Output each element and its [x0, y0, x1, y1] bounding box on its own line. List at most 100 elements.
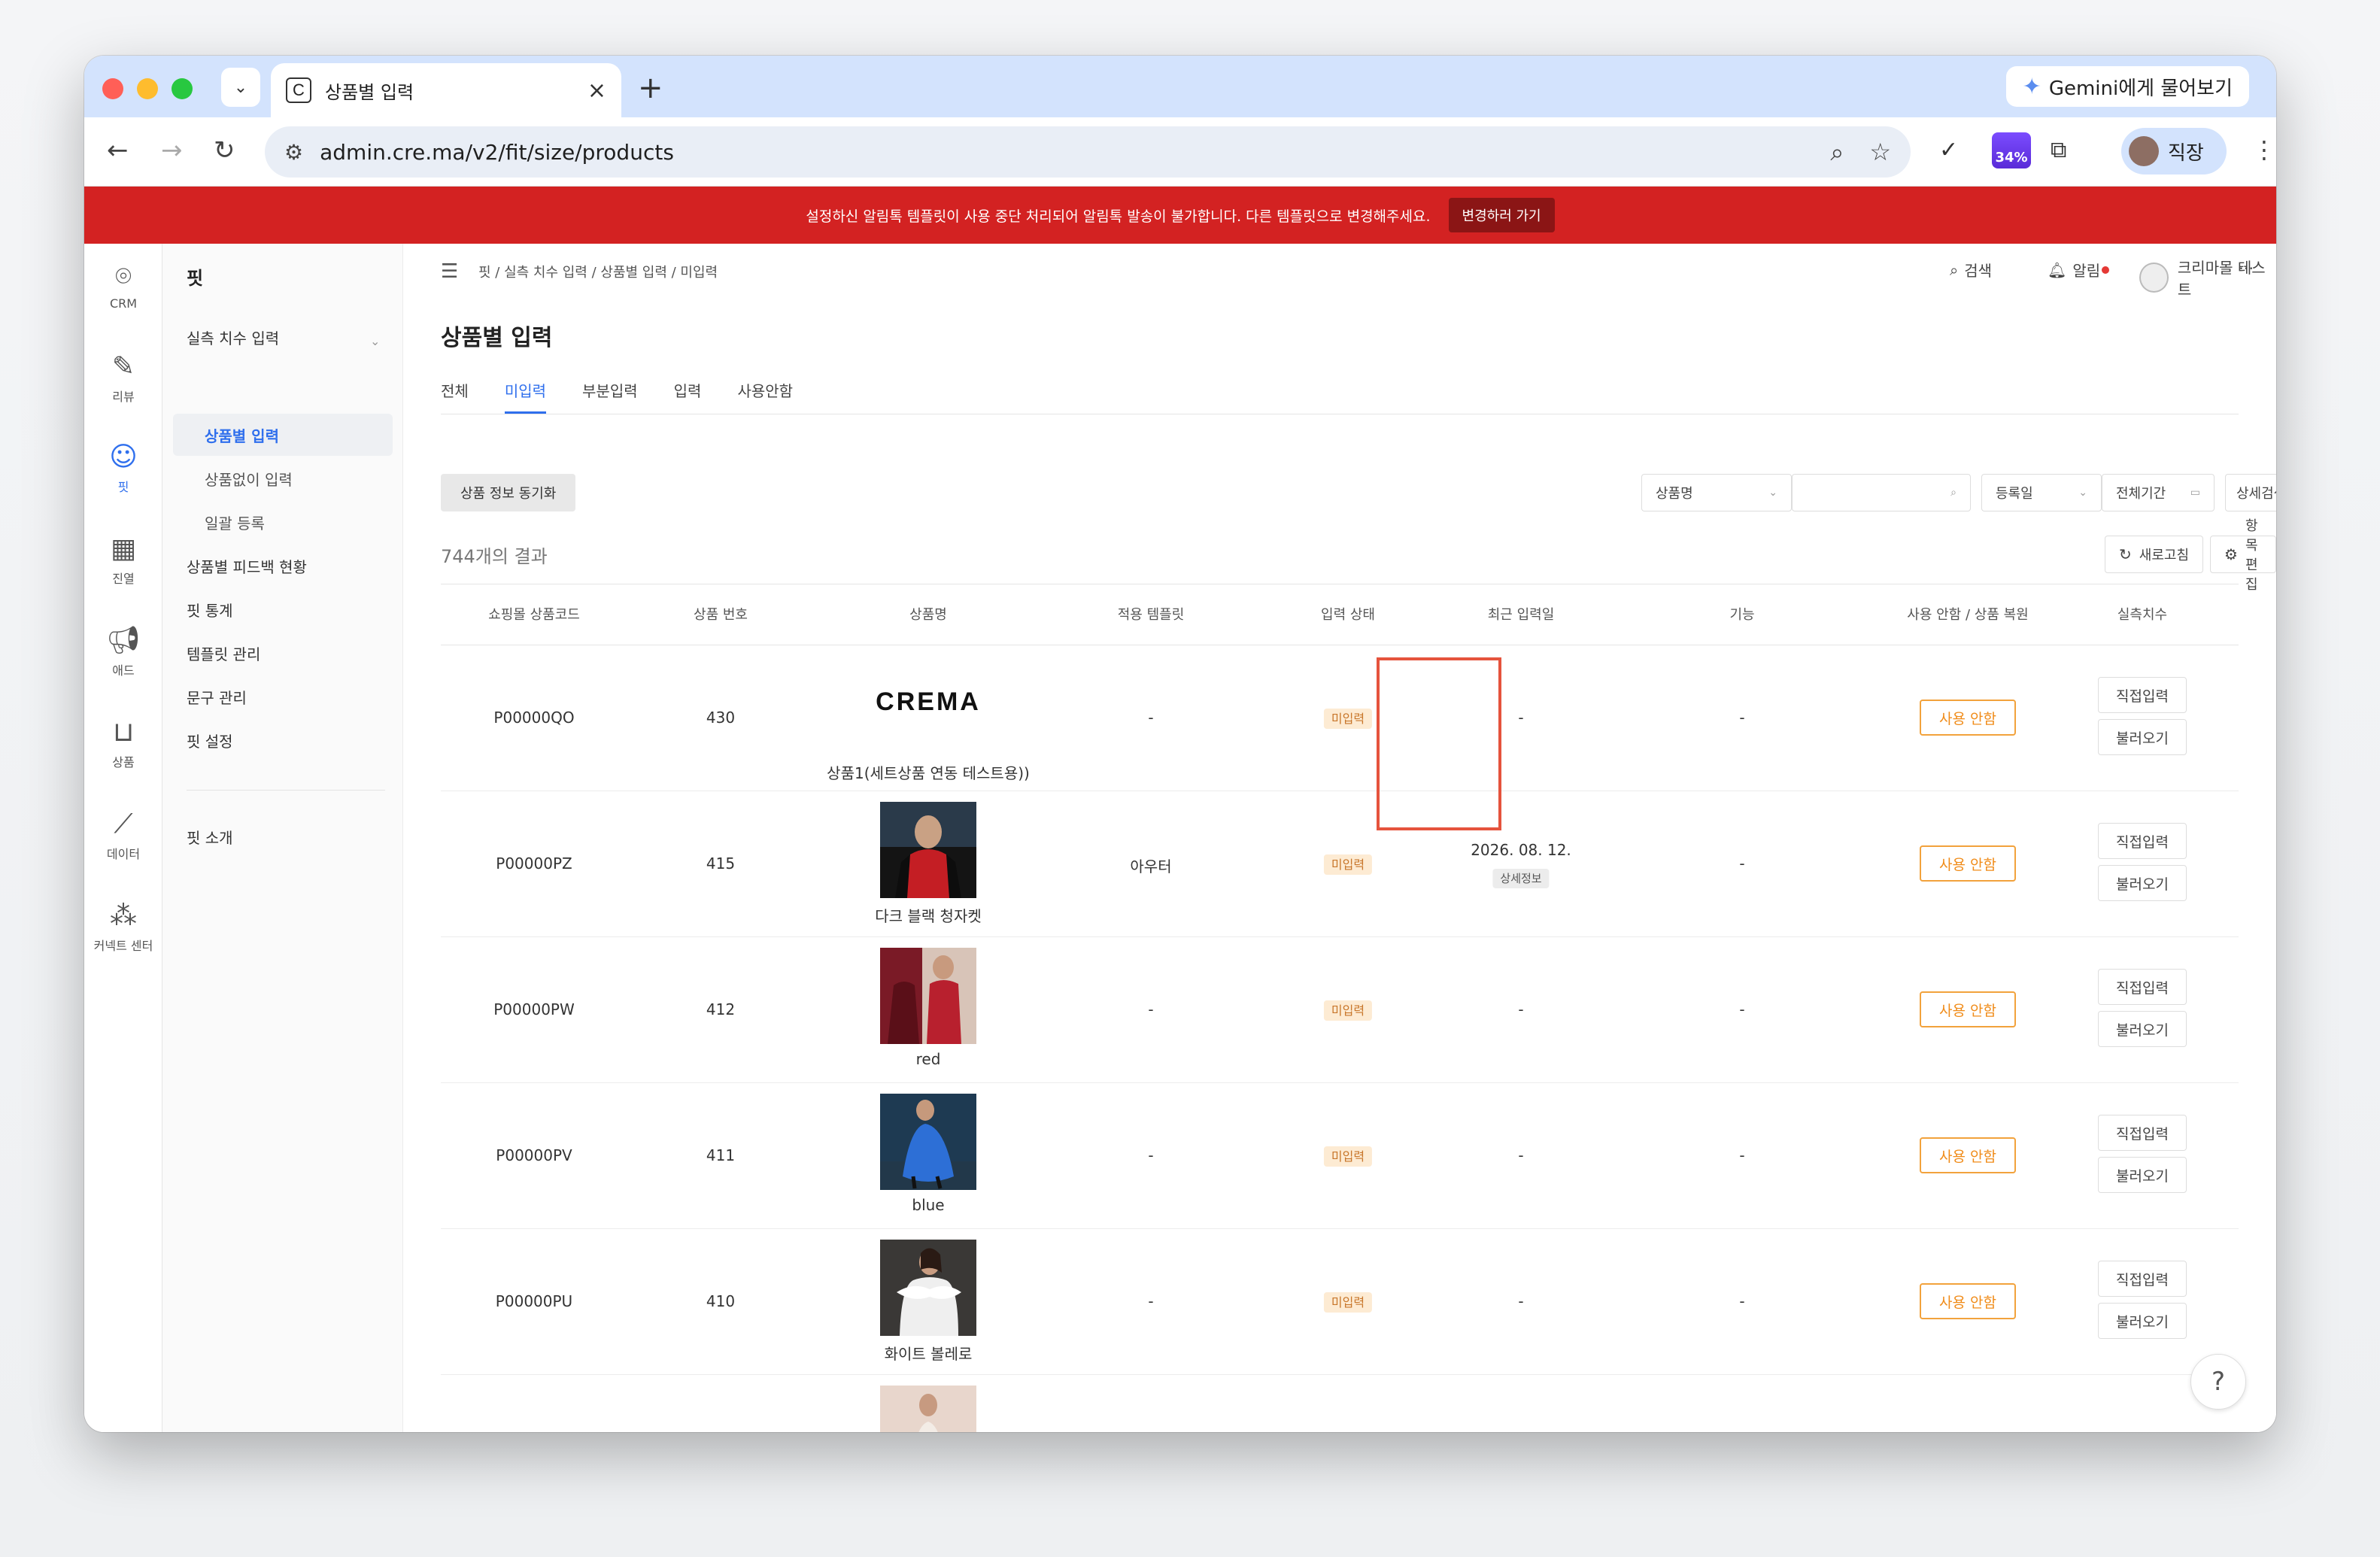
rail-item-review[interactable]: ✎ 리뷰 — [84, 352, 162, 405]
sidebar-item-phrases[interactable]: 문구 관리 — [187, 686, 247, 708]
profile-button[interactable]: 직장 — [2121, 128, 2227, 175]
product-name[interactable]: 상품1(세트상품 연동 테스트용)) — [827, 761, 1030, 783]
alerts-button[interactable]: 🔔︎ 알림 — [2048, 259, 2110, 281]
crema-extension-icon[interactable]: ✓ — [1939, 137, 1958, 163]
sidebar-item-product-input[interactable]: 상품별 입력 — [205, 424, 279, 446]
date-range-picker[interactable]: 전체기간 ▭ — [2102, 474, 2215, 511]
direct-input-button[interactable]: 직접입력 — [2098, 823, 2187, 859]
rail-item-fit[interactable]: ☺ 핏 — [84, 442, 162, 495]
reload-icon[interactable]: ↻ — [214, 135, 235, 165]
tab-unused[interactable]: 사용안함 — [737, 379, 793, 414]
forward-arrow-icon[interactable]: → — [161, 135, 183, 165]
disable-usage-button[interactable]: 사용 안함 — [1920, 845, 2016, 882]
detail-search-button[interactable]: 상세검색 — [2225, 474, 2276, 511]
disable-usage-button[interactable]: 사용 안함 — [1920, 1137, 2016, 1173]
product-thumbnail[interactable] — [880, 1386, 976, 1432]
status-badge-label: 미입력 — [1323, 1146, 1373, 1167]
sync-product-button[interactable]: 상품 정보 동기화 — [441, 474, 576, 511]
table-row[interactable]: P00000QO 430 CREMA 상품1(세트상품 연동 테스트용)) - … — [441, 645, 2239, 791]
sidebar-item-feedback[interactable]: 상품별 피드백 현황 — [187, 555, 307, 577]
table-row[interactable] — [441, 1375, 2239, 1432]
more-options-icon[interactable]: ⋯ — [2239, 259, 2254, 277]
tab-partial[interactable]: 부분입력 — [582, 379, 638, 414]
url-text[interactable]: admin.cre.ma/v2/fit/size/products — [320, 140, 1805, 165]
table-row[interactable]: P00000PZ 415 다크 블랙 청자켓 아우터 미입력 2026. 08.… — [441, 791, 2239, 937]
back-arrow-icon[interactable]: ← — [107, 135, 129, 165]
direct-input-button[interactable]: 직접입력 — [2098, 1115, 2187, 1151]
edit-columns-button[interactable]: ⚙ 항목 편집 — [2210, 518, 2276, 593]
close-window-button[interactable] — [102, 78, 123, 99]
rail-label: 상품 — [112, 755, 135, 769]
refresh-label: 새로고침 — [2139, 548, 2190, 563]
disable-usage-button[interactable]: 사용 안함 — [1920, 991, 2016, 1027]
rail-item-display[interactable]: ▦ 진열 — [84, 534, 162, 587]
product-thumbnail[interactable] — [880, 1240, 976, 1336]
sidebar-group-measurement[interactable]: 실측 치수 입력 — [187, 326, 279, 348]
user-menu[interactable]: 크리마몰 테스트 — [2139, 256, 2276, 299]
close-icon[interactable]: × — [587, 77, 606, 104]
product-thumbnail[interactable] — [880, 1094, 976, 1190]
extensions-puzzle-icon[interactable]: ⧉ — [2051, 137, 2066, 163]
product-name[interactable]: 다크 블랙 청자켓 — [875, 904, 982, 926]
maximize-window-button[interactable] — [172, 78, 193, 99]
load-button[interactable]: 불러오기 — [2098, 1157, 2187, 1193]
sidebar-item-templates[interactable]: 템플릿 관리 — [187, 642, 260, 664]
direct-input-button[interactable]: 직접입력 — [2098, 677, 2187, 713]
table-row[interactable]: P00000PW 412 red - 미입력 - - 사용 안함 직접입력 불러… — [441, 937, 2239, 1083]
column-header: 상품명 — [909, 607, 947, 623]
banner-action-button[interactable]: 변경하러 가기 — [1448, 198, 1555, 232]
tab-search-button[interactable]: ⌄ — [221, 68, 260, 107]
load-button[interactable]: 불러오기 — [2098, 865, 2187, 901]
product-name[interactable]: 화이트 볼레로 — [885, 1342, 973, 1364]
new-tab-button[interactable]: + — [638, 71, 663, 105]
rail-item-crm[interactable]: ⌾ CRM — [84, 262, 162, 311]
tab-all[interactable]: 전체 — [441, 379, 469, 414]
detail-info-badge[interactable]: 상세정보 — [1492, 868, 1550, 888]
browser-menu-icon[interactable]: ⋮ — [2252, 135, 2276, 164]
product-code: P00000QO — [493, 709, 575, 727]
sidebar-item-bulk-register[interactable]: 일괄 등록 — [205, 511, 265, 533]
disable-usage-button[interactable]: 사용 안함 — [1920, 700, 2016, 736]
rail-item-data[interactable]: ⟋ 데이터 — [84, 809, 162, 862]
refresh-button[interactable]: ↻ 새로고침 — [2105, 536, 2204, 573]
zoom-icon[interactable]: ⌕ — [1830, 138, 1844, 167]
rail-item-product[interactable]: ⊔ 상품 — [84, 718, 162, 770]
chevron-down-icon[interactable]: ⌄ — [370, 334, 380, 348]
address-bar[interactable]: ⚙ admin.cre.ma/v2/fit/size/products ⌕ ☆ — [265, 126, 1911, 178]
filter-field-select[interactable]: 상품명 ⌄ — [1641, 474, 1792, 511]
sidebar-item-fit-stats[interactable]: 핏 통계 — [187, 599, 233, 621]
direct-input-button[interactable]: 직접입력 — [2098, 1261, 2187, 1297]
hamburger-menu-icon[interactable]: ☰ — [441, 260, 458, 283]
tab-not-entered[interactable]: 미입력 — [504, 379, 547, 414]
table-row[interactable]: P00000PU 410 화이트 볼레로 - 미입력 - - 사용 안함 직접입… — [441, 1229, 2239, 1375]
detail-info-label: 상세정보 — [1492, 869, 1550, 888]
site-settings-icon[interactable]: ⚙ — [284, 140, 303, 165]
gemini-button[interactable]: ✦ Gemini에게 물어보기 — [2005, 66, 2249, 107]
product-thumbnail[interactable] — [880, 802, 976, 898]
date-type-select[interactable]: 등록일 ⌄ — [1981, 474, 2102, 511]
minimize-window-button[interactable] — [137, 78, 158, 99]
load-button[interactable]: 불러오기 — [2098, 1011, 2187, 1047]
bookmark-star-icon[interactable]: ☆ — [1869, 138, 1891, 166]
search-button[interactable]: ⌕ 검색 — [1950, 259, 1992, 281]
product-thumbnail[interactable] — [880, 948, 976, 1044]
direct-input-button[interactable]: 직접입력 — [2098, 969, 2187, 1005]
last-input-date: - — [1518, 1146, 1524, 1164]
table-row[interactable]: P00000PV 411 blue - 미입력 - - 사용 안함 직접입력 불… — [441, 1083, 2239, 1229]
rail-item-ad[interactable]: 📢︎ 애드 — [84, 626, 162, 678]
disable-usage-button[interactable]: 사용 안함 — [1920, 1283, 2016, 1319]
browser-tab[interactable]: C 상품별 입력 × — [271, 63, 621, 117]
load-button[interactable]: 불러오기 — [2098, 719, 2187, 755]
sidebar-item-input-without-product[interactable]: 상품없이 입력 — [205, 468, 293, 490]
rail-item-connect[interactable]: ⁂ 커넥트 센터 — [84, 901, 162, 954]
product-number: 410 — [706, 1292, 736, 1310]
tab-entered[interactable]: 입력 — [674, 379, 702, 414]
product-name[interactable]: blue — [912, 1196, 944, 1214]
sidebar-item-fit-intro[interactable]: 핏 소개 — [187, 826, 233, 848]
extension-badge[interactable]: 34% — [1992, 132, 2031, 168]
help-button[interactable]: ? — [2190, 1354, 2246, 1410]
sidebar-item-fit-settings[interactable]: 핏 설정 — [187, 730, 233, 751]
product-name[interactable]: red — [916, 1050, 941, 1068]
search-input[interactable]: ⌕ — [1792, 474, 1971, 511]
load-button[interactable]: 불러오기 — [2098, 1303, 2187, 1339]
